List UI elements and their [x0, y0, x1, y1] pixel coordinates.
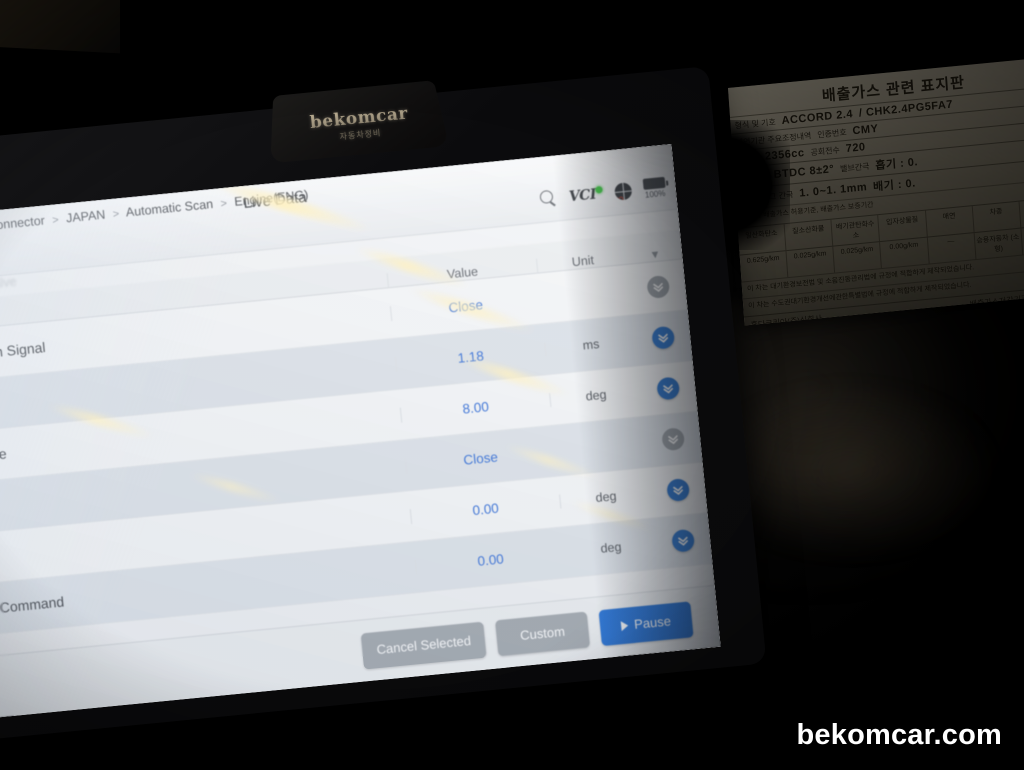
- parameter-unit: deg: [549, 384, 643, 408]
- parameter-value: 0.00: [409, 494, 561, 524]
- site-watermark: bekomcar.com: [796, 719, 1002, 751]
- parameter-unit: deg: [564, 536, 657, 560]
- parameter-value: 0.00: [414, 544, 566, 575]
- vci-status-indicator[interactable]: VCI: [568, 185, 603, 205]
- tablet-screen: Live Data V12.40 > 16PIN Connector > JAP…: [0, 143, 721, 725]
- parameter-unit: deg: [559, 485, 652, 509]
- parameter-value: Close: [404, 443, 556, 473]
- emission-label-value: 1. 0~1. 1mm: [798, 181, 868, 200]
- parameter-unit: [539, 289, 632, 299]
- row-expand-cell[interactable]: [650, 476, 706, 503]
- chevron-down-icon[interactable]: [656, 376, 681, 401]
- photo-scene: 배출가스 관련 표지판 형식 및 기호 ACCORD 2.4 / CHK2.4P…: [0, 0, 1024, 770]
- parameter-value: Close: [389, 291, 541, 321]
- emission-grid-header-cell: 배기관탄화수소: [831, 214, 881, 246]
- pause-button[interactable]: Pause: [598, 600, 694, 646]
- emission-label-key-2: 인증번호: [816, 127, 847, 140]
- pause-play-icon: [620, 620, 629, 631]
- emission-grid-header-cell: 차종: [972, 201, 1022, 232]
- emission-grid-value-cell: 0.00g/km: [880, 237, 930, 268]
- search-icon: [539, 189, 558, 208]
- diagnostic-tablet: bekomcar 자동차정비 Live Data V12.40 > 16PIN …: [0, 66, 767, 748]
- search-button[interactable]: [539, 189, 558, 208]
- emission-grid-header-cell: 배출가스: [1019, 196, 1024, 228]
- emission-grid-header-cell: 입자상물질: [878, 210, 928, 241]
- emission-label-value-2: 720: [845, 141, 866, 155]
- chevron-down-icon[interactable]: [671, 528, 696, 553]
- network-status-button[interactable]: CO: [613, 182, 633, 201]
- vci-connected-dot-icon: [595, 185, 603, 194]
- chevron-down-icon[interactable]: [651, 325, 676, 350]
- emission-label-key-2: 밸브간극: [839, 161, 870, 174]
- chevron-down-icon[interactable]: [666, 477, 691, 502]
- chevron-down-icon[interactable]: [646, 274, 671, 299]
- chevron-down-icon[interactable]: [661, 427, 686, 452]
- parameter-unit: ms: [544, 333, 638, 357]
- parameter-value: 8.00: [399, 392, 551, 423]
- emission-grid-value-cell: 0.025g/km: [833, 241, 883, 273]
- battery-icon: [642, 176, 666, 190]
- custom-button[interactable]: Custom: [494, 610, 591, 656]
- emission-label-value-2: CMY: [852, 122, 879, 138]
- emission-grid-header-cell: 질소산화물: [784, 219, 834, 250]
- background-ceiling-panel: [0, 0, 120, 54]
- row-expand-cell[interactable]: [630, 273, 686, 300]
- emission-grid-value-cell: 승용자동차 (소형): [974, 228, 1024, 259]
- emission-grid-header-cell: 매연: [925, 205, 975, 237]
- emission-grid-value-cell: —: [927, 232, 977, 264]
- breadcrumb-separator-icon: >: [51, 214, 60, 227]
- battery-level-label: 100%: [644, 188, 666, 200]
- breadcrumb-separator-icon: >: [219, 197, 228, 211]
- breadcrumb-separator-icon: >: [112, 208, 120, 221]
- emission-label-value-2: 배기 : 0.: [872, 177, 917, 194]
- parameter-unit: [554, 441, 647, 451]
- emission-grid-value-cell: 0.025g/km: [786, 246, 836, 277]
- parameter-value: 1.18: [394, 341, 546, 372]
- pause-button-label: Pause: [633, 613, 672, 632]
- vci-label: VCI: [568, 186, 597, 205]
- row-expand-cell[interactable]: [635, 324, 691, 351]
- globe-tag-label: CO: [614, 196, 624, 201]
- emission-label-key-2: 공회전수: [810, 145, 841, 157]
- row-expand-cell[interactable]: [640, 375, 696, 402]
- live-data-app: Live Data V12.40 > 16PIN Connector > JAP…: [0, 143, 721, 725]
- globe-icon: CO: [613, 182, 633, 201]
- cancel-selected-button[interactable]: Cancel Selected: [360, 621, 487, 669]
- battery-status: 100%: [642, 176, 667, 200]
- status-bar: VCI CO 100%: [539, 176, 667, 210]
- row-expand-cell[interactable]: [645, 426, 701, 453]
- row-expand-cell[interactable]: [655, 527, 711, 554]
- emission-label-value-2: 흡기 : 0.: [875, 156, 919, 173]
- emission-grid-value-cell: 0.625g/km: [739, 250, 789, 282]
